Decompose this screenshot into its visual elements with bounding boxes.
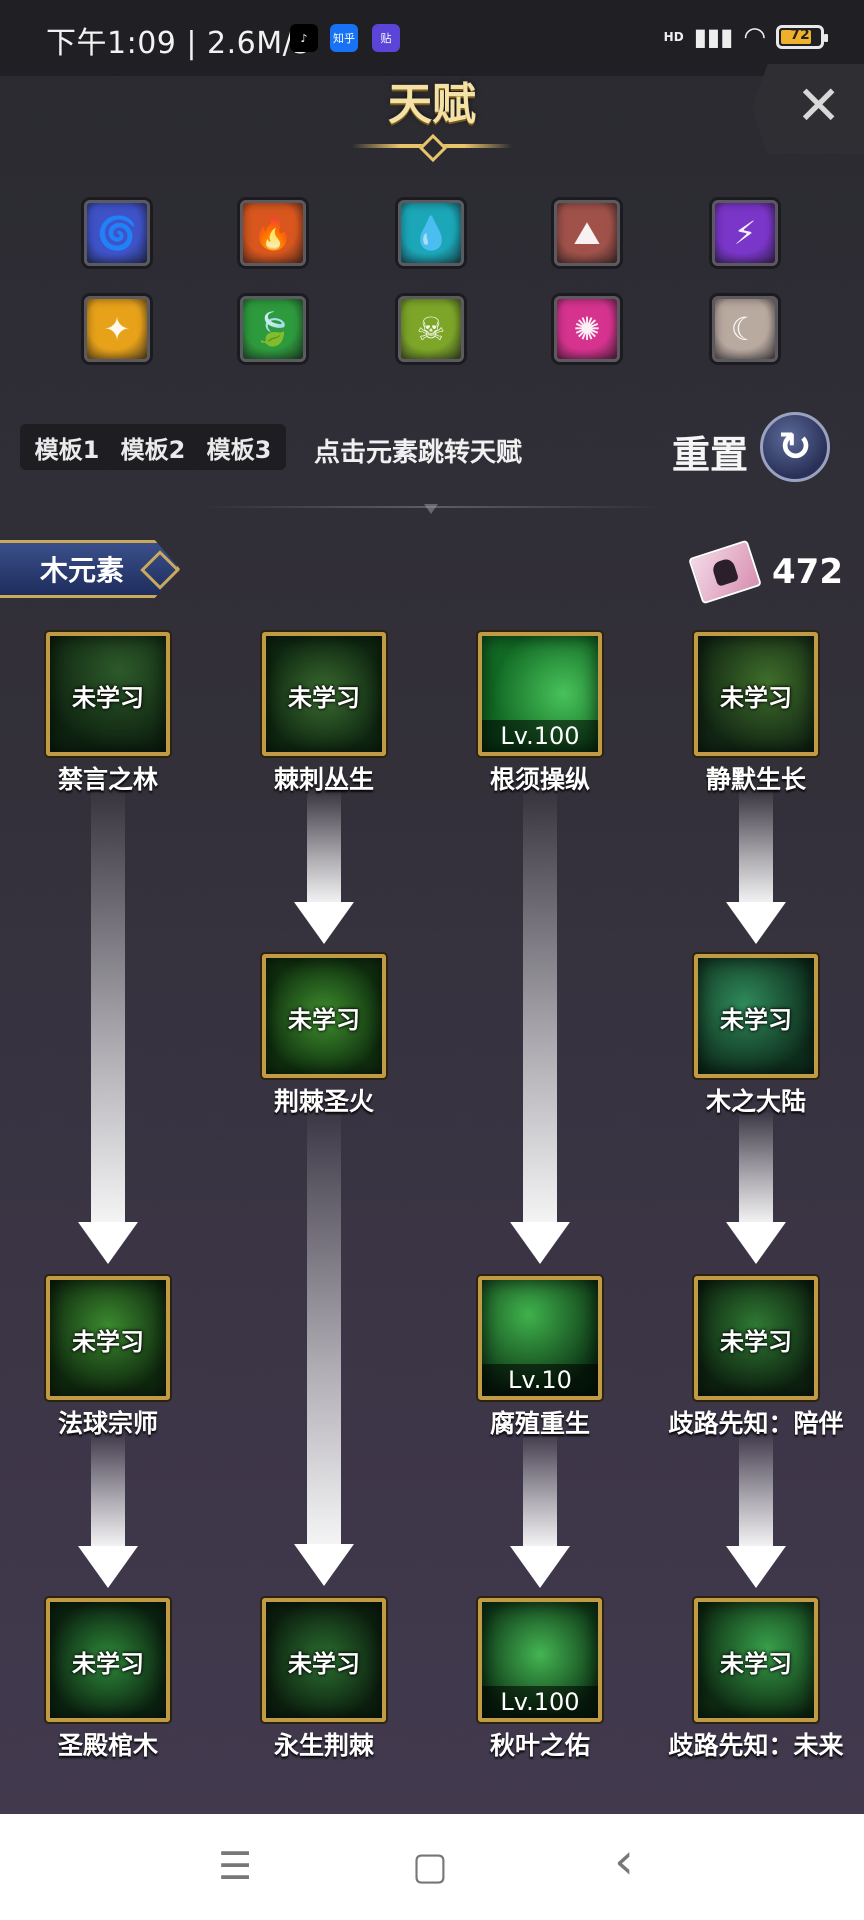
battery-icon: 72 xyxy=(776,25,828,49)
arrow-c2-r1-r2 xyxy=(294,790,354,944)
talent-status: 未学习 xyxy=(72,1650,144,1678)
talent-name-r3c1: 法球宗师 xyxy=(57,1409,158,1438)
arcane-element-icon[interactable]: ✺ xyxy=(554,296,620,362)
talent-level: Lv.10 xyxy=(482,1364,598,1396)
talent-name-r1c2: 棘刺丛生 xyxy=(273,765,374,794)
page-title: 天赋 xyxy=(388,79,476,130)
talent-status: 未学习 xyxy=(288,1650,360,1678)
arrow-c3-r3-r4 xyxy=(510,1434,570,1588)
talent-status: 未学习 xyxy=(720,684,792,712)
talent-node-r1c2[interactable]: 未学习 xyxy=(262,632,386,756)
talent-name-r4c4: 歧路先知：未来 xyxy=(668,1731,844,1760)
talent-status: 未学习 xyxy=(720,1650,792,1678)
talent-node-r2c4[interactable]: 未学习 xyxy=(694,954,818,1078)
home-icon[interactable]: ▢ xyxy=(412,1844,448,1888)
talent-node-r4c1[interactable]: 未学习 xyxy=(46,1598,170,1722)
talent-name-r2c2: 荆棘圣火 xyxy=(273,1087,374,1116)
arrow-c1-r1-r3 xyxy=(78,790,138,1264)
cellular-signal-icon: ▮▮▮ xyxy=(693,23,734,51)
close-icon: ✕ xyxy=(796,74,842,137)
back-icon[interactable]: ‹ xyxy=(614,1832,634,1890)
arrow-c4-r2-r3 xyxy=(726,1112,786,1264)
arrow-c1-r3-r4 xyxy=(78,1434,138,1588)
arrow-c3-r1-r3 xyxy=(510,790,570,1264)
talent-name-r4c2: 永生荆棘 xyxy=(273,1731,374,1760)
talent-name-r1c3: 根须操纵 xyxy=(489,765,590,794)
divider-ornament xyxy=(424,504,438,514)
title-ornament xyxy=(418,133,448,163)
talent-status: 未学习 xyxy=(72,1328,144,1356)
zhihu-icon: 知乎 xyxy=(330,24,358,52)
moon-element-icon[interactable]: ☾ xyxy=(712,296,778,362)
battery-level: 72 xyxy=(790,27,810,43)
talent-node-r1c1[interactable]: 未学习 xyxy=(46,632,170,756)
talent-status: 未学习 xyxy=(720,1328,792,1356)
template-2-button[interactable]: 模板2 xyxy=(106,424,200,470)
close-button[interactable]: ✕ xyxy=(752,64,864,154)
talent-node-r3c1[interactable]: 未学习 xyxy=(46,1276,170,1400)
talent-name-r2c4: 木之大陆 xyxy=(705,1087,806,1116)
talent-points-icon xyxy=(688,539,762,605)
talent-status: 未学习 xyxy=(720,1006,792,1034)
reset-icon: ↻ xyxy=(778,424,812,470)
talent-name-r3c3: 腐殖重生 xyxy=(489,1409,590,1438)
wood-element-icon[interactable]: 🍃 xyxy=(240,296,306,362)
element-jump-hint: 点击元素跳转天赋 xyxy=(314,438,523,468)
fire-element-icon[interactable]: 🔥 xyxy=(240,200,306,266)
light-element-icon[interactable]: ✦ xyxy=(84,296,150,362)
status-bar: 下午1:09 | 2.6M/s ♪ 知乎 贴 HD ▮▮▮ ◠ 72 xyxy=(0,0,864,76)
section-title: 木元素 xyxy=(40,554,125,587)
talent-node-r1c3[interactable]: Lv.100 xyxy=(478,632,602,756)
talent-name-r4c1: 圣殿棺木 xyxy=(57,1731,158,1760)
talent-status: 未学习 xyxy=(288,1006,360,1034)
talent-node-r3c4[interactable]: 未学习 xyxy=(694,1276,818,1400)
wifi-icon: ◠ xyxy=(743,22,766,52)
poison-element-icon[interactable]: ☠ xyxy=(398,296,464,362)
talent-name-r1c4: 静默生长 xyxy=(705,765,806,794)
talent-node-r4c2[interactable]: 未学习 xyxy=(262,1598,386,1722)
arrow-c4-r3-r4 xyxy=(726,1434,786,1588)
tieba-icon: 贴 xyxy=(372,24,400,52)
battery-tip xyxy=(824,34,828,42)
talent-status: 未学习 xyxy=(72,684,144,712)
template-3-button[interactable]: 模板3 xyxy=(192,424,286,470)
template-1-button[interactable]: 模板1 xyxy=(20,424,114,470)
status-indicators: HD ▮▮▮ ◠ 72 xyxy=(663,22,828,52)
water-element-icon[interactable]: 💧 xyxy=(398,200,464,266)
menu-icon[interactable]: ☰ xyxy=(218,1844,252,1888)
talent-node-r2c2[interactable]: 未学习 xyxy=(262,954,386,1078)
talent-name-r3c4: 歧路先知：陪伴 xyxy=(668,1409,844,1438)
arrow-c4-r1-r2 xyxy=(726,790,786,944)
talent-node-r4c4[interactable]: 未学习 xyxy=(694,1598,818,1722)
talent-level: Lv.100 xyxy=(482,720,598,752)
system-nav-bar: ☰ ▢ ‹ xyxy=(0,1814,864,1920)
talent-node-r4c3[interactable]: Lv.100 xyxy=(478,1598,602,1722)
talent-points-value: 472 xyxy=(772,552,843,592)
hd-signal-icon: HD xyxy=(663,30,684,44)
talent-status: 未学习 xyxy=(288,684,360,712)
talent-name-r4c3: 秋叶之佑 xyxy=(489,1731,590,1760)
lightning-element-icon[interactable]: ⚡ xyxy=(712,200,778,266)
earth-element-icon[interactable]: ⛰ xyxy=(554,200,620,266)
talent-node-r3c3[interactable]: Lv.10 xyxy=(478,1276,602,1400)
wind-element-icon[interactable]: 🌀 xyxy=(84,200,150,266)
arrow-c2-r2-r4 xyxy=(294,1112,354,1586)
reset-label[interactable]: 重置 xyxy=(672,424,748,479)
reset-button[interactable]: ↻ xyxy=(760,412,830,482)
talent-name-r1c1: 禁言之林 xyxy=(57,765,158,794)
talent-level: Lv.100 xyxy=(482,1686,598,1718)
talent-node-r1c4[interactable]: 未学习 xyxy=(694,632,818,756)
status-time-speed: 下午1:09 | 2.6M/s xyxy=(46,26,310,61)
tiktok-icon: ♪ xyxy=(290,24,318,52)
